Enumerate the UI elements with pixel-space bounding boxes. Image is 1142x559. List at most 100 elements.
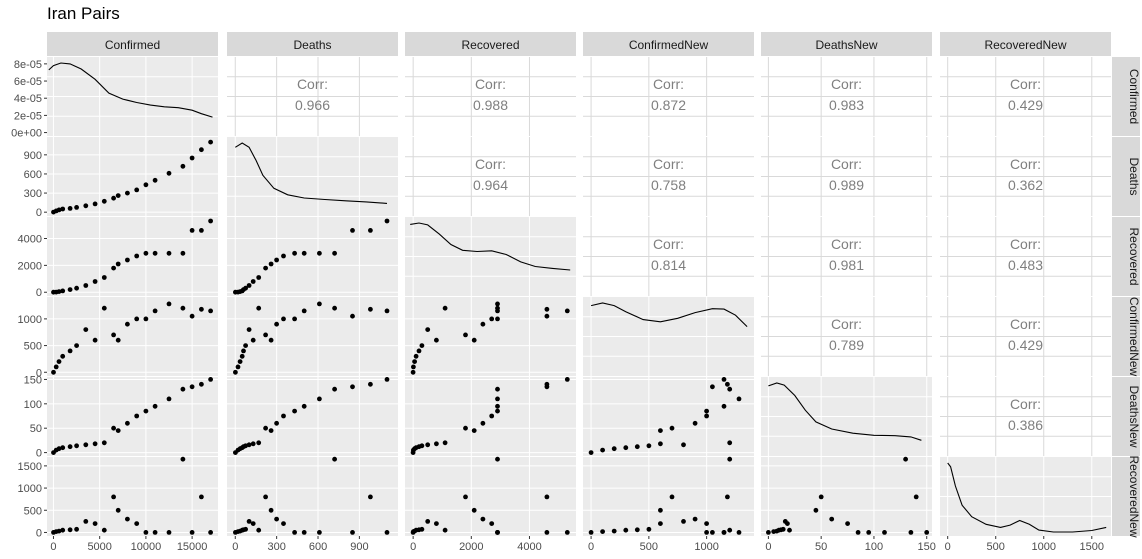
corr-label: Corr: [653,236,684,252]
corr-value: 0.483 [1008,257,1043,273]
data-point [134,253,140,259]
data-point [495,530,500,535]
data-point [74,205,79,210]
data-point [463,425,468,431]
data-point [243,526,249,532]
data-point [480,516,486,522]
x-tick-label: 2000 [459,541,483,553]
data-point [180,305,186,311]
data-point [704,530,709,535]
data-point [92,201,98,207]
data-point [495,316,500,322]
data-point [180,456,186,462]
data-point [125,257,130,263]
data-point [725,381,730,387]
data-point [189,530,195,535]
data-point [292,408,297,414]
data-point [143,182,149,188]
data-point [246,283,252,288]
data-point [256,305,262,311]
data-point [111,265,116,271]
data-point [235,364,241,370]
data-point [692,420,698,426]
data-point [60,288,66,294]
y-tick-label: 300 [24,188,42,200]
data-point [855,530,861,535]
x-tick-label: 0 [232,541,238,553]
data-point [208,218,214,224]
data-point [199,381,204,387]
data-point [489,316,495,322]
data-point [780,526,786,532]
data-point [274,257,279,263]
x-tick-label: 1500 [1080,541,1104,553]
data-point [281,253,286,259]
data-point [442,527,448,533]
data-point [92,279,98,284]
corr-label: Corr: [475,76,506,92]
data-point [681,519,686,524]
data-point [544,381,550,387]
data-point [495,408,500,414]
corr-label: Corr: [831,316,862,332]
data-point [166,250,172,256]
data-point [442,305,448,311]
data-point [471,337,477,343]
data-point [425,442,431,448]
strip-row-label-recovered: Recovered [1127,227,1141,285]
data-point [237,359,243,364]
data-point [368,381,373,387]
data-point [208,308,214,314]
y-tick-label: 1000 [18,483,42,495]
y-tick-label: 6e-05 [14,76,42,88]
data-point [600,447,605,453]
corr-label: Corr: [297,76,328,92]
y-tick-label: 500 [24,341,42,353]
data-point [727,527,733,533]
y-tick-label: 4e-05 [14,93,42,105]
data-point [692,516,698,522]
y-tick-label: 0 [36,287,42,299]
data-point [736,396,742,402]
data-point [301,250,307,256]
data-point [292,250,297,256]
data-point [903,456,908,462]
data-point [243,343,249,348]
data-point [766,530,771,535]
data-point [489,521,495,526]
corr-label: Corr: [1010,236,1041,252]
corr-label: Corr: [653,156,684,172]
data-point [189,384,195,390]
y-tick-label: 4000 [18,233,42,245]
data-point [495,386,500,392]
data-point [924,530,930,535]
data-point [281,521,286,526]
data-point [143,316,149,322]
x-tick-label: 500 [640,541,658,553]
data-point [350,384,355,390]
data-point [274,516,279,522]
data-point [317,396,322,402]
data-point [67,287,73,292]
data-point [239,353,245,359]
x-tick-label: 900 [350,541,368,553]
data-point [634,527,640,533]
data-point [434,441,439,447]
data-point [384,377,390,382]
data-point [281,413,286,419]
y-tick-label: 1000 [18,314,42,326]
data-point [51,369,56,375]
corr-label: Corr: [1010,76,1041,92]
x-tick-label: 4000 [517,541,541,553]
data-point [292,530,297,535]
data-point [725,494,730,500]
data-point [189,155,195,161]
data-point [544,306,550,312]
data-point [152,177,158,183]
data-point [152,530,158,535]
y-tick-label: 0 [36,527,42,539]
data-point [416,348,422,354]
data-point [721,377,727,382]
data-point [866,530,872,535]
data-point [564,377,570,382]
